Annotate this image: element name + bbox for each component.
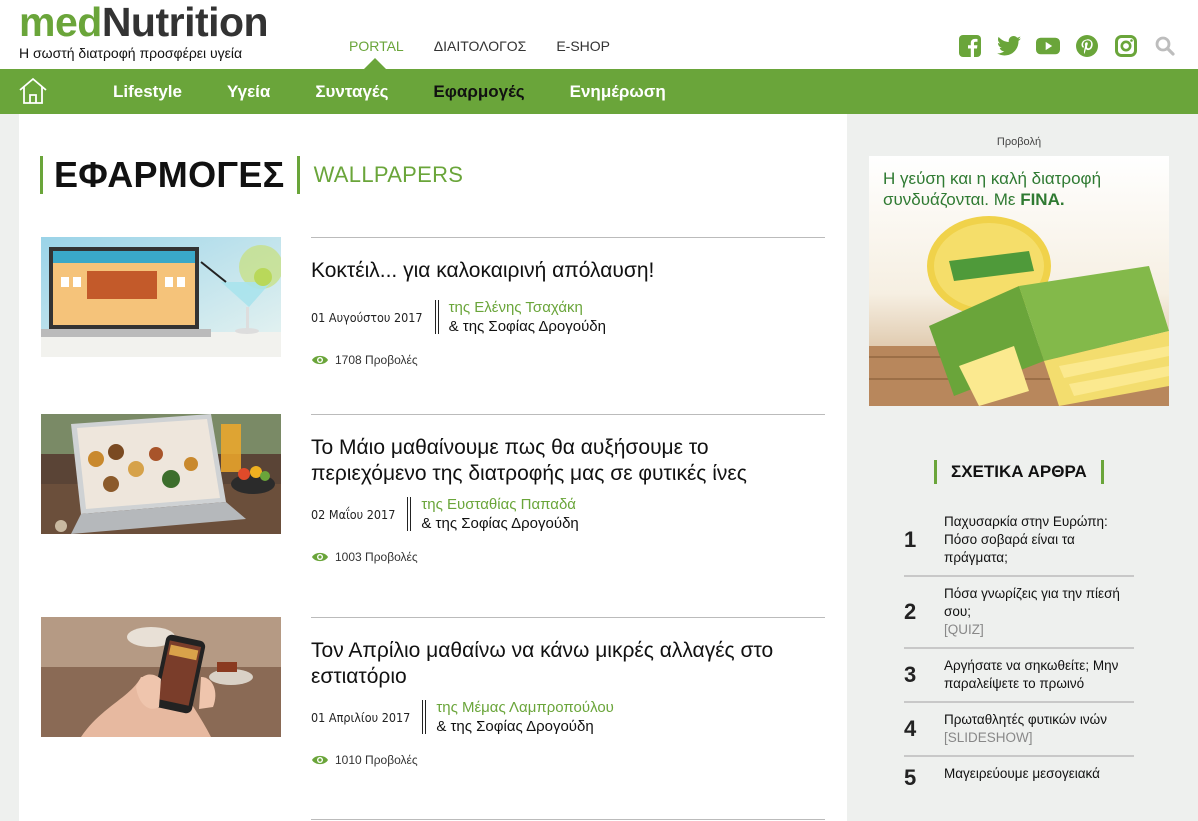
section-heading: ΕΦΑΡΜΟΓΕΣ WALLPAPERS (40, 154, 463, 196)
article-date: 02 Μαΐου 2017 (311, 506, 396, 522)
eye-icon (312, 755, 328, 765)
article-thumbnail[interactable] (41, 237, 281, 357)
related-articles-list: 1 Παχυσαρκία στην Ευρώπη: Πόσο σοβαρά εί… (904, 505, 1134, 799)
article-meta: 01 Απριλίου 2017 της Μέμας Λαμπροπούλου … (311, 698, 825, 736)
related-articles-heading: ΣΧΕΤΙΚΑ ΑΡΘΡΑ (934, 460, 1104, 484)
related-item[interactable]: 5 Μαγειρεύουμε μεσογειακά (904, 757, 1134, 799)
article-views: 1003 Προβολές (311, 550, 825, 564)
article-views: 1708 Προβολές (311, 353, 825, 367)
article-title[interactable]: Τον Απρίλιο μαθαίνω να κάνω μικρές αλλαγ… (311, 638, 825, 690)
related-number: 4 (904, 716, 917, 741)
related-title-text[interactable]: Πρωταθλητές φυτικών ινών (944, 712, 1107, 727)
related-title-text[interactable]: Αργήσατε να σηκωθείτε; Μην παραλείψετε τ… (944, 658, 1118, 691)
related-title-text[interactable]: Μαγειρεύουμε μεσογειακά (944, 766, 1100, 781)
ad-label: Προβολή (996, 136, 1042, 148)
article-body: Το Μάιο μαθαίνουμε πως θα αυξήσουμε το π… (311, 414, 825, 564)
author-secondary[interactable]: & της Σοφίας Δρογούδη (421, 514, 578, 533)
views-count: 1003 Προβολές (335, 550, 418, 564)
main-navigation: Lifestyle Υγεία Συνταγές Εφαρμογές Ενημέ… (0, 69, 1198, 114)
section-title: ΕΦΑΡΜΟΓΕΣ (54, 154, 285, 195)
views-count: 1010 Προβολές (335, 753, 418, 767)
related-text: Πόσα γνωρίζεις για την πίεσή σου; [QUIZ] (944, 585, 1134, 639)
article-date: 01 Απριλίου 2017 (311, 709, 411, 725)
twitter-icon[interactable] (997, 34, 1021, 58)
related-number: 2 (904, 599, 917, 624)
main-content: ΕΦΑΡΜΟΓΕΣ WALLPAPERS Κοκτέιλ... για καλο… (19, 114, 847, 821)
ad-brand: FINA. (1020, 190, 1065, 209)
article-title[interactable]: Κοκτέιλ... για καλοκαιρινή απόλαυση! (311, 258, 825, 284)
related-title-text[interactable]: Παχυσαρκία στην Ευρώπη: Πόσο σοβαρά είνα… (944, 514, 1108, 565)
article-body: Τον Απρίλιο μαθαίνω να κάνω μικρές αλλαγ… (311, 617, 825, 767)
related-number: 3 (904, 662, 917, 687)
related-bar-right (1100, 460, 1104, 484)
related-text: Μαγειρεύουμε μεσογειακά (944, 765, 1134, 791)
related-item[interactable]: 3 Αργήσατε να σηκωθείτε; Μην παραλείψετε… (904, 649, 1134, 703)
related-tag: [QUIZ] (944, 622, 984, 637)
related-text: Πρωταθλητές φυτικών ινών [SLIDESHOW] (944, 711, 1134, 747)
nav-recipes[interactable]: Συνταγές (315, 82, 388, 102)
related-item[interactable]: 2 Πόσα γνωρίζεις για την πίεσή σου; [QUI… (904, 577, 1134, 649)
topnav-portal[interactable]: PORTAL (349, 38, 404, 54)
related-number: 5 (904, 765, 917, 790)
article-authors: της Ευσταθίας Παπαδά & της Σοφίας Δρογού… (421, 495, 578, 533)
pinterest-icon[interactable] (1075, 34, 1099, 58)
related-tag: [SLIDESHOW] (944, 730, 1033, 745)
nav-apps[interactable]: Εφαρμογές (433, 82, 524, 102)
meta-divider (422, 700, 427, 734)
related-text: Παχυσαρκία στην Ευρώπη: Πόσο σοβαρά είνα… (944, 513, 1134, 567)
related-text: Αργήσατε να σηκωθείτε; Μην παραλείψετε τ… (944, 657, 1134, 693)
nav-lifestyle[interactable]: Lifestyle (113, 82, 182, 102)
social-links (958, 34, 1177, 58)
related-number: 1 (904, 527, 917, 552)
related-item[interactable]: 1 Παχυσαρκία στην Ευρώπη: Πόσο σοβαρά εί… (904, 505, 1134, 577)
logo-nutrition: Nutrition (101, 0, 269, 45)
author-primary[interactable]: της Μέμας Λαμπροπούλου (436, 698, 614, 717)
home-icon[interactable] (18, 77, 48, 105)
article-thumbnail[interactable] (41, 617, 281, 737)
site-logo[interactable]: medNutrition (19, 0, 269, 45)
eye-icon (312, 552, 328, 562)
nav-health[interactable]: Υγεία (227, 82, 270, 102)
ad-text: Η γεύση και η καλή διατροφή συνδυάζονται… (883, 168, 1101, 210)
article-thumbnail[interactable] (41, 414, 281, 534)
topnav-eshop[interactable]: E-SHOP (556, 38, 610, 54)
related-title-text[interactable]: Πόσα γνωρίζεις για την πίεσή σου; (944, 586, 1120, 619)
author-primary[interactable]: της Ελένης Τσαχάκη (449, 298, 606, 317)
article-authors: της Μέμας Λαμπροπούλου & της Σοφίας Δρογ… (436, 698, 614, 736)
article-body (311, 819, 825, 820)
logo-med: med (19, 0, 102, 45)
nav-news[interactable]: Ενημέρωση (570, 82, 666, 102)
ad-line-1: Η γεύση και η καλή διατροφή (883, 169, 1102, 188)
youtube-icon[interactable] (1036, 34, 1060, 58)
author-secondary[interactable]: & της Σοφίας Δρογούδη (449, 317, 606, 336)
author-secondary[interactable]: & της Σοφίας Δρογούδη (436, 717, 614, 736)
article-date: 01 Αυγούστου 2017 (311, 309, 423, 325)
article-title[interactable]: Το Μάιο μαθαίνουμε πως θα αυξήσουμε το π… (311, 435, 825, 487)
instagram-icon[interactable] (1114, 34, 1138, 58)
related-title: ΣΧΕΤΙΚΑ ΑΡΘΡΑ (951, 462, 1087, 481)
facebook-icon[interactable] (958, 34, 982, 58)
topnav-dietitian[interactable]: ΔΙΑΙΤΟΛΟΓΟΣ (434, 38, 527, 54)
views-count: 1708 Προβολές (335, 353, 418, 367)
article-views: 1010 Προβολές (311, 753, 825, 767)
meta-divider (407, 497, 412, 531)
article-body: Κοκτέιλ... για καλοκαιρινή απόλαυση! 01 … (311, 237, 825, 367)
article-authors: της Ελένης Τσαχάκη & της Σοφίας Δρογούδη (449, 298, 606, 336)
site-header: medNutrition Η σωστή διατροφή προσφέρει … (0, 0, 1198, 69)
advertisement-banner[interactable]: Η γεύση και η καλή διατροφή συνδυάζονται… (869, 156, 1169, 406)
article-meta: 01 Αυγούστου 2017 της Ελένης Τσαχάκη & τ… (311, 298, 825, 336)
author-primary[interactable]: της Ευσταθίας Παπαδά (421, 495, 578, 514)
eye-icon (312, 355, 328, 365)
search-icon[interactable] (1153, 34, 1177, 58)
meta-divider (434, 300, 439, 334)
ad-line-2-text: συνδυάζονται. Με (883, 190, 1021, 209)
section-subtitle[interactable]: WALLPAPERS (300, 162, 464, 188)
article-meta: 02 Μαΐου 2017 της Ευσταθίας Παπαδά & της… (311, 495, 825, 533)
ad-line-2: συνδυάζονται. Με FINA. (883, 189, 1101, 210)
top-navigation: PORTAL ΔΙΑΙΤΟΛΟΓΟΣ E-SHOP (349, 38, 610, 54)
related-item[interactable]: 4 Πρωταθλητές φυτικών ινών [SLIDESHOW] (904, 703, 1134, 757)
site-tagline: Η σωστή διατροφή προσφέρει υγεία (19, 45, 243, 61)
active-tab-pointer (364, 58, 386, 69)
